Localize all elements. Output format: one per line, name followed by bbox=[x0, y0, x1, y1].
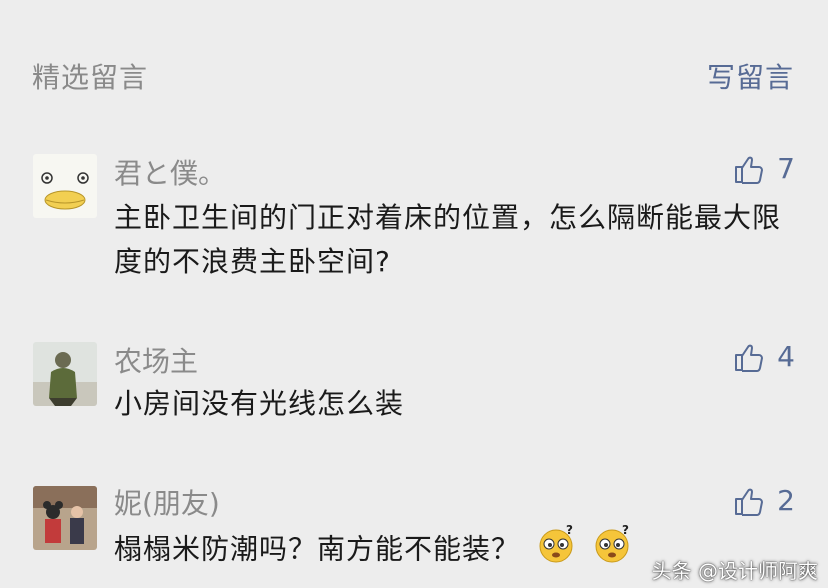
comment-nickname: 农场主 bbox=[114, 345, 199, 378]
write-comment-link[interactable]: 写留言 bbox=[707, 56, 794, 96]
section-title: 精选留言 bbox=[32, 61, 149, 94]
comment-content: 主卧卫生间的门正对着床的位置，怎么隔断能最大限度的不浪费主卧空间? bbox=[114, 201, 782, 278]
people-photo-avatar[interactable] bbox=[33, 486, 97, 550]
comment-content: 小房间没有光线怎么装 bbox=[114, 387, 405, 420]
like-button[interactable]: 7 bbox=[733, 152, 795, 185]
comments-header: 精选留言 写留言 bbox=[0, 0, 828, 120]
svg-text:?: ? bbox=[622, 524, 630, 537]
person-photo-avatar[interactable] bbox=[33, 342, 97, 406]
comment-nickname: 君と僕。 bbox=[114, 157, 227, 190]
duck-face-avatar[interactable] bbox=[33, 154, 97, 218]
confused-face-emoji: ? bbox=[536, 523, 576, 577]
thumbs-up-icon bbox=[735, 488, 764, 516]
like-button[interactable]: 4 bbox=[733, 340, 795, 373]
comment-text: 榻榻米防潮吗？南方能不能装？ bbox=[114, 532, 521, 566]
watermark: 头条 @设计师阿爽 bbox=[652, 555, 818, 584]
like-count: 2 bbox=[777, 484, 795, 517]
comment-nickname: 妮(朋友) bbox=[114, 487, 220, 520]
thumbs-up-icon bbox=[735, 156, 764, 184]
thumbs-up-icon bbox=[735, 344, 764, 372]
like-count: 7 bbox=[777, 152, 795, 185]
svg-text:?: ? bbox=[566, 524, 574, 537]
like-button[interactable]: 2 bbox=[733, 484, 795, 517]
watermark-text: 头条 @设计师阿爽 bbox=[651, 559, 818, 583]
like-count: 4 bbox=[777, 340, 795, 373]
confused-face-emoji: ? bbox=[592, 523, 632, 577]
